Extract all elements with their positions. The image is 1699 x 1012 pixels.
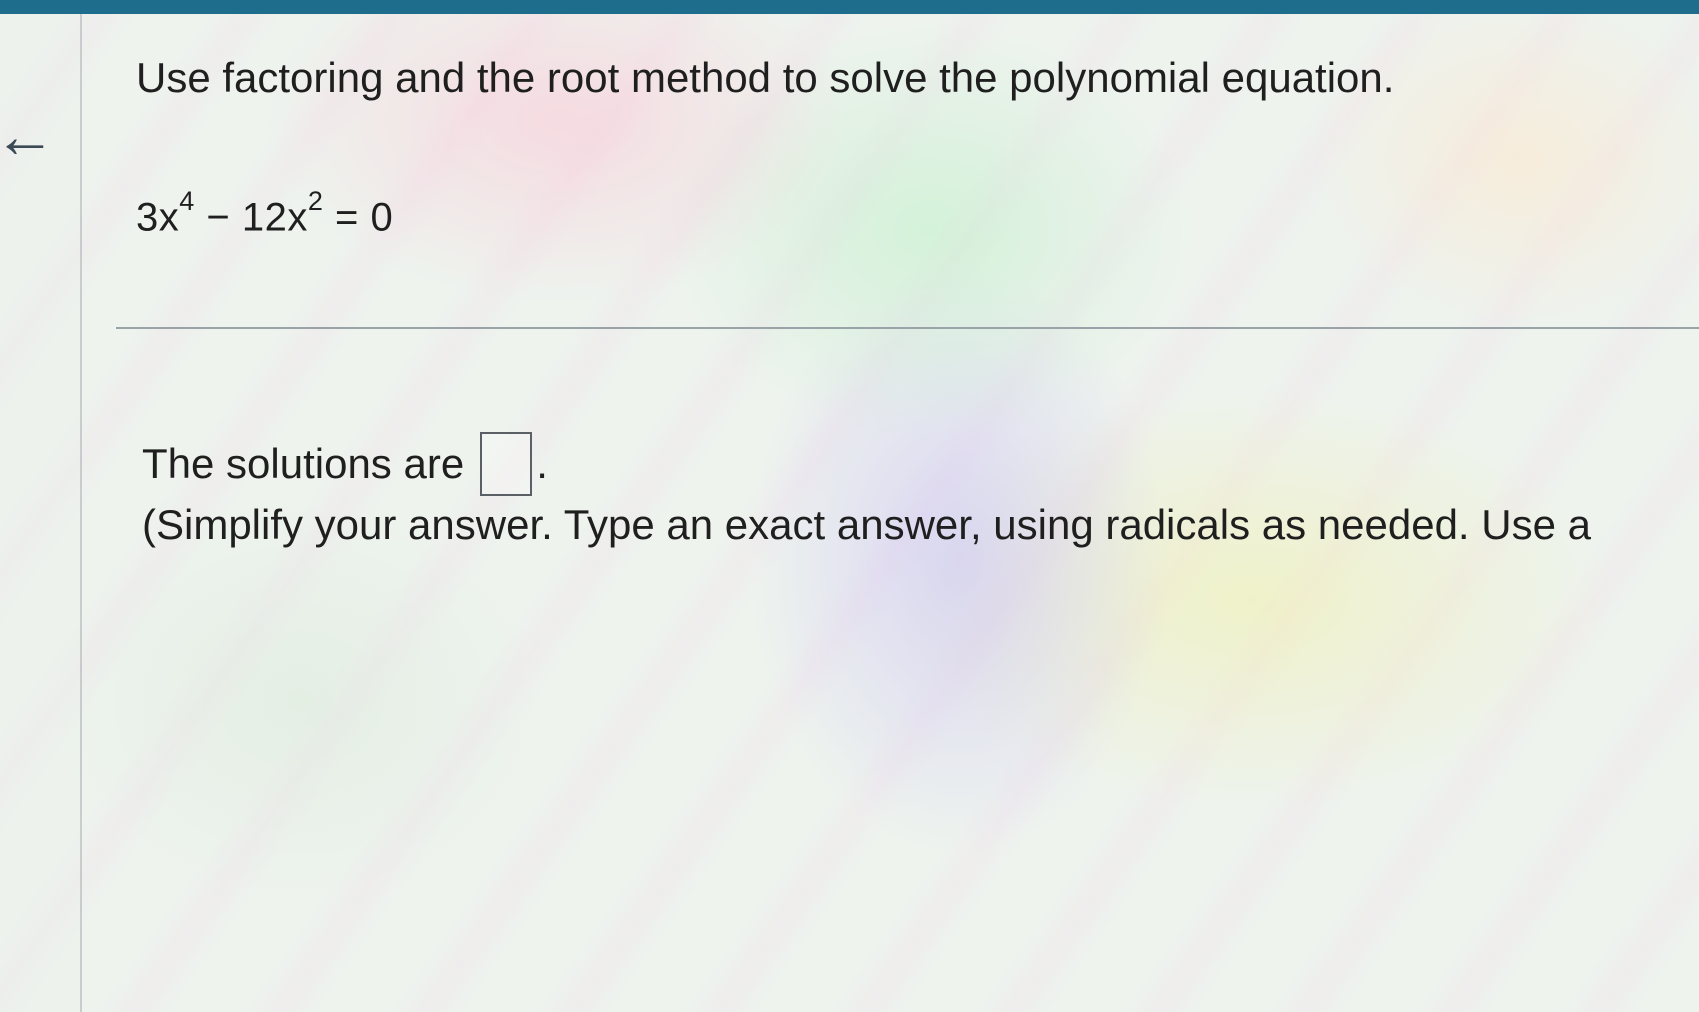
equation-exponent-2: 2 — [307, 186, 324, 216]
back-arrow-icon[interactable]: ← — [0, 106, 56, 168]
equation-rhs: = 0 — [323, 195, 394, 240]
section-divider — [116, 327, 1699, 329]
question-prompt: Use factoring and the root method to sol… — [136, 54, 1395, 101]
left-rail: ← — [0, 14, 82, 1012]
equation-term1: 3x — [136, 195, 180, 240]
answer-area: The solutions are . (Simplify your answe… — [142, 432, 1699, 552]
solutions-period: . — [536, 440, 548, 487]
top-bar — [0, 0, 1699, 14]
answer-input-box[interactable] — [480, 432, 533, 496]
solutions-line: The solutions are . — [142, 432, 1699, 496]
equation-term2: − 12x — [194, 195, 308, 240]
polynomial-equation: 3x4 − 12x2 = 0 — [136, 182, 1696, 242]
solutions-label: The solutions are — [142, 440, 465, 487]
answer-instruction: (Simplify your answer. Type an exact ans… — [142, 501, 1591, 548]
question-panel: Use factoring and the root method to sol… — [136, 52, 1696, 242]
equation-exponent-1: 4 — [179, 186, 195, 216]
